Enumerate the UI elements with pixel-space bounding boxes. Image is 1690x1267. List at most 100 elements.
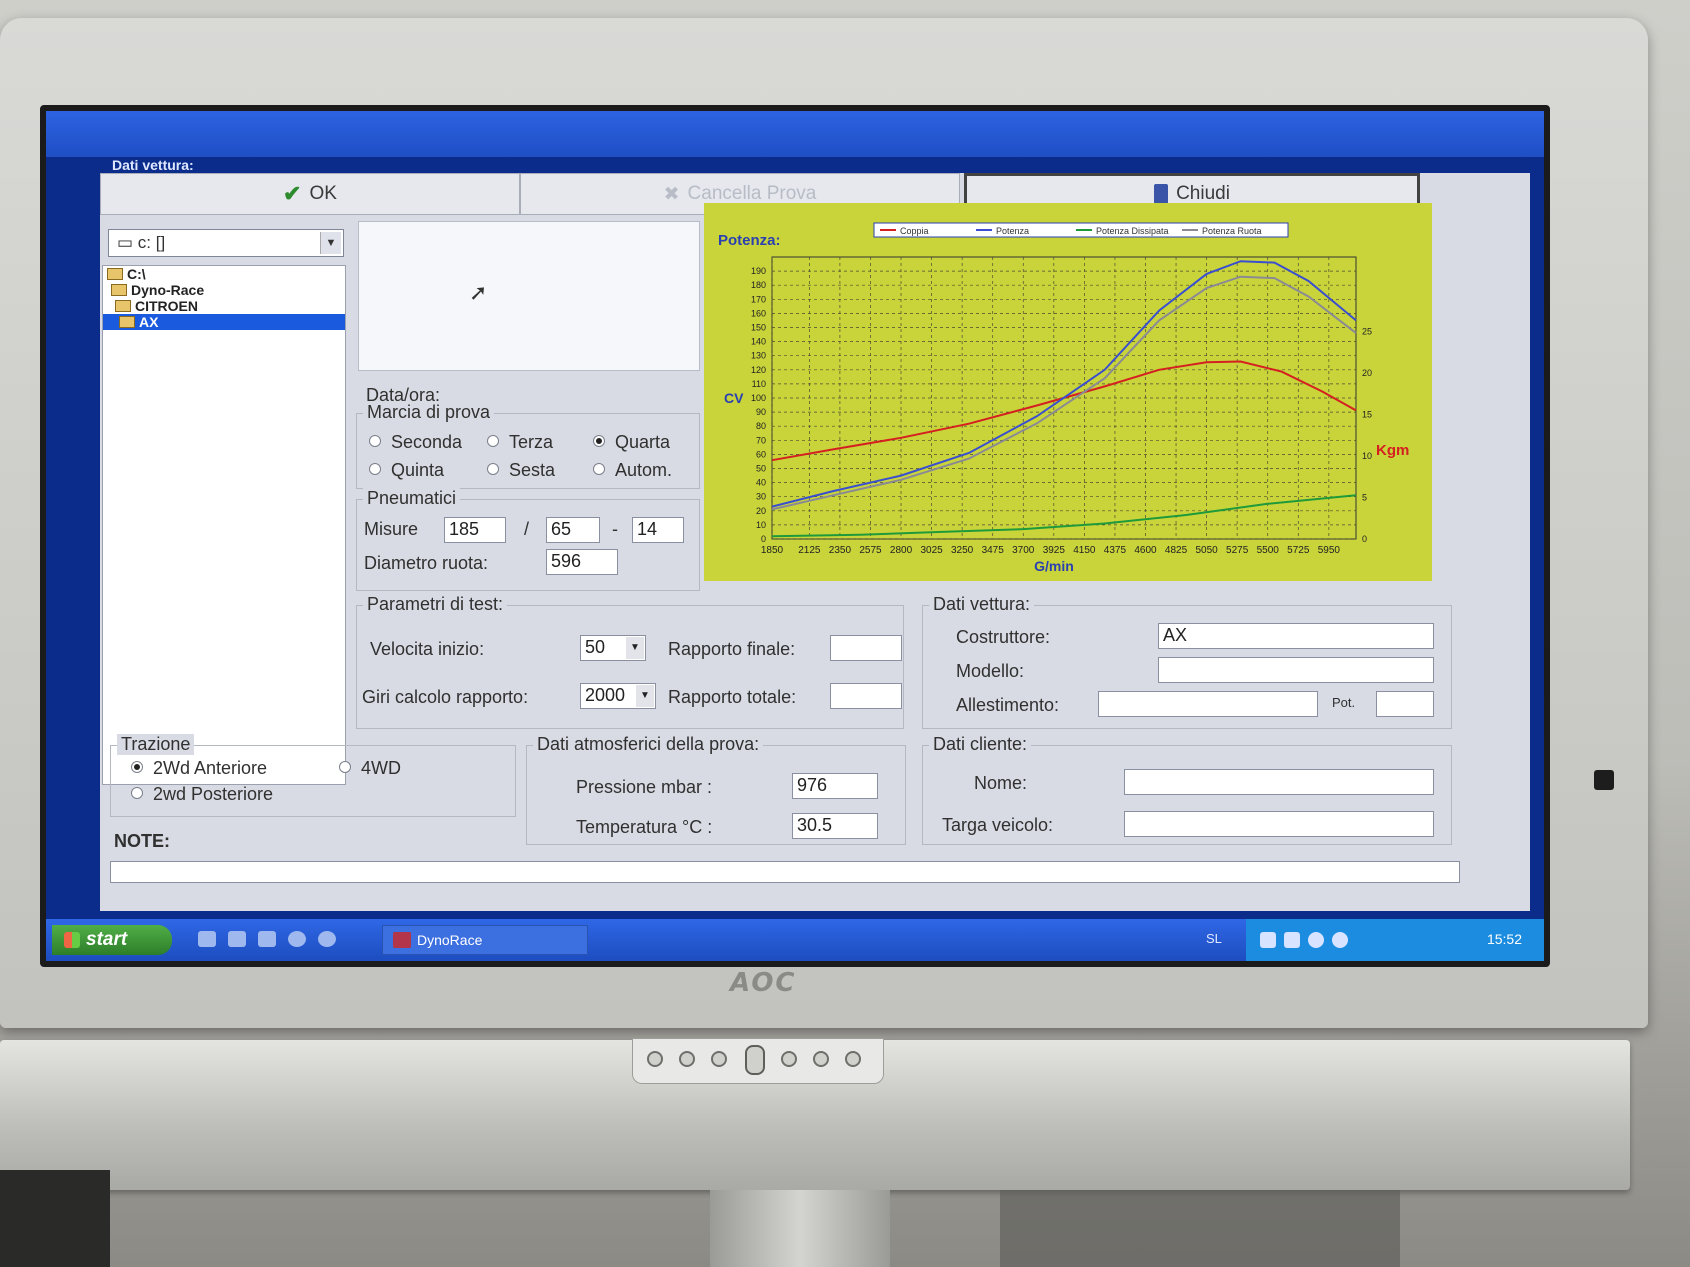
x-tick-label: 2350 bbox=[829, 545, 852, 556]
tire-ratio-input[interactable]: 65 bbox=[546, 517, 600, 543]
model-input[interactable] bbox=[1158, 657, 1434, 683]
quicklaunch-antivirus-icon[interactable] bbox=[318, 931, 336, 947]
channel-up-button[interactable] bbox=[711, 1051, 727, 1067]
system-tray: 15:52 bbox=[1246, 919, 1544, 961]
network-icon[interactable] bbox=[1260, 932, 1276, 948]
tires-group-title: Pneumatici bbox=[363, 488, 461, 509]
menu-button[interactable] bbox=[647, 1051, 663, 1067]
drive-select-value: c: [] bbox=[137, 233, 166, 252]
y-tick-label: 20 bbox=[756, 506, 766, 516]
start-speed-select[interactable]: 50 ▼ bbox=[580, 635, 646, 661]
x-tick-label: 4825 bbox=[1165, 545, 1188, 556]
rpm-select[interactable]: 2000 ▼ bbox=[580, 683, 656, 709]
tire-size-label: Misure bbox=[364, 519, 419, 539]
y2-tick-label: 25 bbox=[1362, 327, 1372, 337]
y-tick-label: 80 bbox=[756, 421, 766, 431]
plate-input[interactable] bbox=[1124, 811, 1434, 837]
series-line bbox=[771, 260, 1357, 508]
tire-width-input[interactable]: 185 bbox=[444, 517, 506, 543]
tree-item-dynorace[interactable]: Dyno-Race bbox=[103, 282, 345, 298]
car-data-title: Dati vettura: bbox=[929, 594, 1035, 615]
antivirus-tray-icon[interactable] bbox=[1332, 932, 1348, 948]
maker-input[interactable]: AX bbox=[1158, 623, 1434, 649]
channel-down-button[interactable] bbox=[679, 1051, 695, 1067]
quicklaunch-browser-icon[interactable] bbox=[288, 931, 306, 947]
x-tick-label: 4375 bbox=[1104, 545, 1127, 556]
y2-tick-label: 10 bbox=[1362, 451, 1372, 461]
tree-item-root[interactable]: C:\ bbox=[103, 266, 345, 282]
y-tick-label: 10 bbox=[756, 520, 766, 530]
flag-icon[interactable] bbox=[1284, 932, 1300, 948]
temperature-input[interactable]: 30.5 bbox=[792, 813, 878, 839]
tire-rim-input[interactable]: 14 bbox=[632, 517, 684, 543]
language-indicator[interactable]: SL bbox=[1206, 931, 1222, 946]
x-tick-label: 3025 bbox=[920, 545, 943, 556]
quicklaunch-mail-icon[interactable] bbox=[228, 931, 246, 947]
radio-quarta[interactable]: Quarta bbox=[593, 432, 670, 453]
tire-dash: - bbox=[612, 519, 618, 539]
radio-4wd[interactable]: 4WD bbox=[339, 758, 401, 779]
temperature-label: Temperatura °C : bbox=[576, 817, 713, 837]
plate-label: Targa veicolo: bbox=[942, 815, 1054, 835]
folder-icon bbox=[107, 268, 123, 280]
y-tick-label: 0 bbox=[761, 534, 766, 544]
chevron-down-icon[interactable]: ▼ bbox=[636, 685, 654, 707]
power-input[interactable] bbox=[1376, 691, 1434, 717]
chevron-down-icon[interactable]: ▼ bbox=[320, 232, 341, 254]
desk-object bbox=[0, 1170, 110, 1267]
y-tick-label: 150 bbox=[751, 323, 766, 333]
radio-seconda[interactable]: Seconda bbox=[369, 432, 462, 453]
pressure-input[interactable]: 976 bbox=[792, 773, 878, 799]
volume-down-button[interactable] bbox=[781, 1051, 797, 1067]
legend-label: Potenza Ruota bbox=[1202, 226, 1262, 236]
y-tick-label: 190 bbox=[751, 266, 766, 276]
drive-select[interactable]: ▭ c: [] ▼ bbox=[108, 229, 344, 257]
radio-2wd-rear[interactable]: 2wd Posteriore bbox=[131, 784, 273, 805]
monitor-stand bbox=[710, 1190, 890, 1267]
power-button[interactable] bbox=[745, 1045, 765, 1075]
x-tick-label: 2800 bbox=[890, 545, 913, 556]
trim-label: Allestimento: bbox=[956, 695, 1060, 715]
total-ratio-input[interactable] bbox=[830, 683, 902, 709]
tree-item-citroen[interactable]: CITROEN bbox=[103, 298, 345, 314]
radio-sesta[interactable]: Sesta bbox=[487, 460, 555, 481]
final-ratio-input[interactable] bbox=[830, 635, 902, 661]
folder-tree: C:\ Dyno-Race CITROEN AX bbox=[102, 265, 346, 785]
radio-terza[interactable]: Terza bbox=[487, 432, 553, 453]
volume-up-button[interactable] bbox=[813, 1051, 829, 1067]
chevron-down-icon[interactable]: ▼ bbox=[626, 637, 644, 659]
customer-title: Dati cliente: bbox=[929, 734, 1032, 755]
tree-item-ax[interactable]: AX bbox=[103, 314, 345, 330]
ok-button[interactable]: ✔ OK bbox=[100, 173, 520, 215]
customer-name-label: Nome: bbox=[974, 773, 1028, 793]
notes-label: NOTE: bbox=[114, 831, 170, 851]
folder-icon bbox=[115, 300, 131, 312]
legend-label: Potenza bbox=[996, 226, 1029, 236]
customer-name-input[interactable] bbox=[1124, 769, 1434, 795]
radio-quinta[interactable]: Quinta bbox=[369, 460, 444, 481]
notes-input[interactable] bbox=[110, 861, 1460, 883]
quicklaunch-desktop-icon[interactable] bbox=[198, 931, 216, 947]
monitor-screen: Dati vettura: ✔ OK ✖ Cancella Prova Chiu… bbox=[40, 105, 1550, 967]
start-button[interactable]: start bbox=[52, 925, 172, 955]
y-tick-label: 100 bbox=[751, 393, 766, 403]
trim-input[interactable] bbox=[1098, 691, 1318, 717]
update-icon[interactable] bbox=[1308, 932, 1324, 948]
source-button[interactable] bbox=[845, 1051, 861, 1067]
radio-autom[interactable]: Autom. bbox=[593, 460, 672, 481]
monitor-brand-logo: AOC bbox=[730, 968, 797, 998]
quicklaunch-folder-icon[interactable] bbox=[258, 931, 276, 947]
y2-tick-label: 0 bbox=[1362, 534, 1367, 544]
series-line bbox=[771, 360, 1357, 462]
y-tick-label: 180 bbox=[751, 280, 766, 290]
windows-logo-icon bbox=[64, 932, 80, 948]
x-tick-label: 3700 bbox=[1012, 545, 1035, 556]
check-icon: ✔ bbox=[283, 181, 302, 206]
wheel-diameter-input[interactable]: 596 bbox=[546, 549, 618, 575]
taskbar-item-dynorace[interactable]: DynoRace bbox=[382, 925, 588, 955]
model-label: Modello: bbox=[956, 661, 1025, 681]
test-params-title: Parametri di test: bbox=[363, 594, 508, 615]
radio-2wd-front[interactable]: 2Wd Anteriore bbox=[131, 758, 267, 779]
x-tick-label: 3250 bbox=[951, 545, 974, 556]
y2-tick-label: 5 bbox=[1362, 493, 1367, 503]
